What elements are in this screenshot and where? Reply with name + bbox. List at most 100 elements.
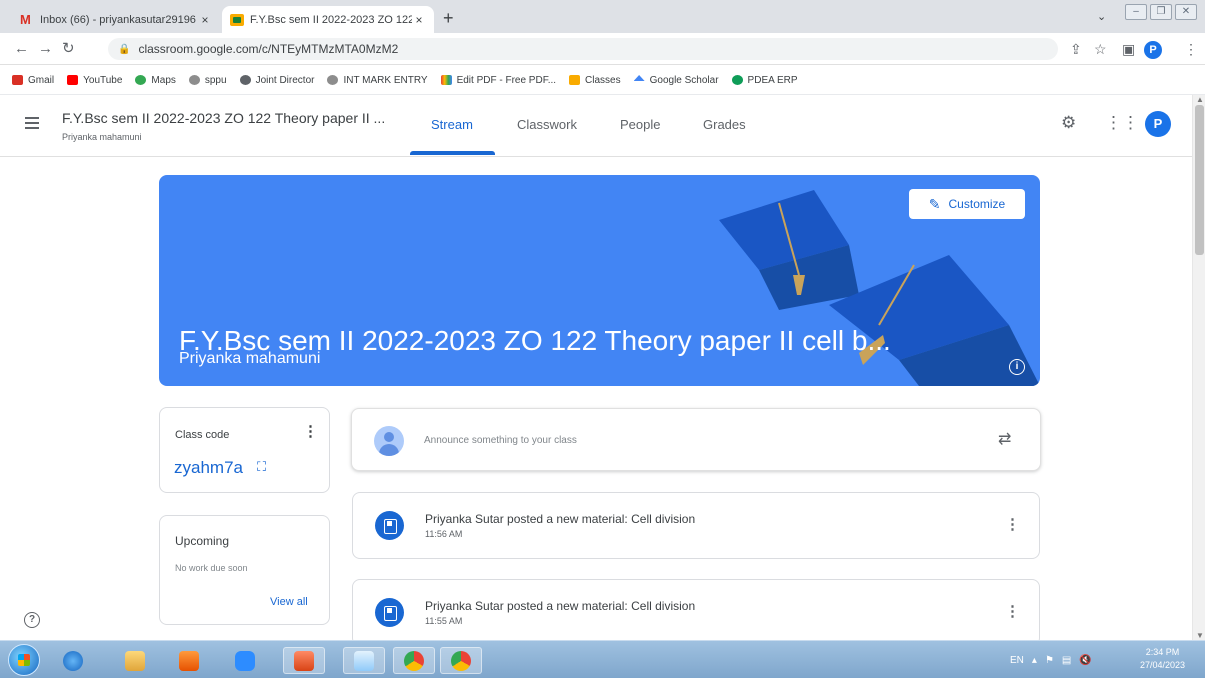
help-icon[interactable]: ? [24,612,40,628]
bookmark-pdea-erp[interactable]: PDEA ERP [731,74,798,86]
more-options-icon[interactable]: ⋮ [1005,517,1020,533]
stream-post[interactable]: Priyanka Sutar posted a new material: Ce… [352,492,1040,559]
bookmark-google-scholar[interactable]: Google Scholar [633,74,719,86]
tab-classroom[interactable]: F.Y.Bsc sem II 2022-2023 ZO 122 × [222,6,434,33]
tray-expand-icon[interactable]: ▴ [1032,655,1037,666]
taskbar-file-explorer[interactable] [114,647,156,674]
course-title[interactable]: F.Y.Bsc sem II 2022-2023 ZO 122 Theory p… [62,110,385,126]
taskbar-word[interactable] [343,647,385,674]
url-field[interactable]: 🔒 classroom.google.com/c/NTEyMTMzMTA0MzM… [108,38,1058,60]
volume-muted-icon[interactable]: 🔇 [1079,655,1091,666]
taskbar-internet-explorer[interactable] [52,647,94,674]
announce-box[interactable]: Announce something to your class ⇄ [351,408,1041,471]
gmail-icon [12,75,23,85]
network-icon[interactable]: ▤ [1062,655,1071,666]
main-menu-icon[interactable] [25,117,39,129]
banner-subtitle: Priyanka mahamuni [179,350,321,367]
browser-menu-icon[interactable]: ⋮ [1184,41,1198,57]
reuse-post-icon[interactable]: ⇄ [998,429,1011,449]
start-button-icon[interactable] [8,644,40,676]
tab-title: F.Y.Bsc sem II 2022-2023 ZO 122 [250,13,412,26]
action-center-flag-icon[interactable]: ⚑ [1045,655,1054,666]
scroll-up-icon[interactable]: ▲ [1196,95,1204,104]
tab-stream[interactable]: Stream [431,117,473,132]
info-icon[interactable]: i [1009,359,1025,375]
bookmark-maps[interactable]: Maps [135,75,176,86]
bookmark-label: Edit PDF - Free PDF... [456,74,557,86]
address-toolbar: ← → ↻ 🔒 classroom.google.com/c/NTEyMTMzM… [0,33,1205,65]
view-all-link[interactable]: View all [270,596,308,608]
bookmark-youtube[interactable]: YouTube [67,75,122,86]
classroom-icon [230,13,244,26]
close-window-icon[interactable]: ✕ [1175,4,1197,20]
page-scrollbar[interactable]: ▲ ▼ [1192,95,1205,640]
account-avatar[interactable]: P [1145,111,1171,137]
window-controls: – ❐ ✕ [1125,4,1197,20]
browser-profile-avatar[interactable]: P [1144,41,1162,59]
new-tab-button[interactable]: + [443,9,454,27]
bookmarks-bar: Gmail YouTube Maps sppu Joint Director I… [0,66,1205,95]
post-text: Priyanka Sutar posted a new material: Ce… [425,599,696,613]
course-subtitle: Priyanka mahamuni [62,132,142,142]
classroom-icon [569,75,581,85]
customize-button[interactable]: ✎ Customize [909,189,1025,219]
tab-gmail-inbox[interactable]: M Inbox (66) - priyankasutar29196 × [12,6,220,33]
bookmark-int-mark-entry[interactable]: INT MARK ENTRY [327,75,428,86]
scroll-down-icon[interactable]: ▼ [1196,631,1204,640]
tab-search-chevron-icon[interactable]: ⌄ [1097,10,1106,23]
more-options-icon[interactable]: ⋮ [1005,604,1020,620]
post-text: Priyanka Sutar posted a new material: Ce… [425,512,696,526]
taskbar-media-player[interactable] [168,647,210,674]
bookmark-label: Joint Director [255,74,315,86]
class-code-value: zyahm7a [174,458,243,477]
material-icon [375,598,404,627]
bookmark-star-icon[interactable]: ☆ [1094,41,1107,57]
taskbar-chrome-profile[interactable] [440,647,482,674]
restore-icon[interactable]: ❐ [1150,4,1172,20]
tab-people[interactable]: People [620,117,660,132]
bookmark-classes[interactable]: Classes [569,75,621,86]
side-panel-icon[interactable]: ▣ [1122,41,1135,57]
upcoming-card: Upcoming No work due soon View all [159,515,330,625]
tab-classwork[interactable]: Classwork [517,117,577,132]
chrome-icon [451,650,471,671]
folder-icon [125,650,145,671]
taskbar-zoom[interactable] [224,647,266,674]
bookmark-gmail[interactable]: Gmail [12,75,54,86]
announce-placeholder[interactable]: Announce something to your class [424,435,577,446]
apps-grid-icon[interactable]: ⋮⋮ [1105,113,1139,133]
tab-close-icon[interactable]: × [412,13,426,27]
fullscreen-icon[interactable]: ⛶ [257,459,266,475]
minimize-icon[interactable]: – [1125,4,1147,20]
bookmark-label: Google Scholar [649,74,719,86]
tab-grades[interactable]: Grades [703,117,746,132]
video-camera-icon [235,650,255,671]
sppu-logo-icon [327,75,339,85]
scrollbar-thumb[interactable] [1195,105,1204,255]
settings-gear-icon[interactable]: ⚙ [1061,113,1076,133]
bookmark-joint-director[interactable]: Joint Director [239,74,315,86]
bookmark-label: PDEA ERP [747,74,798,86]
language-indicator[interactable]: EN [1010,655,1024,666]
back-arrow-icon[interactable]: ← [14,40,29,58]
browser-tab-bar: M Inbox (66) - priyankasutar29196 × F.Y.… [0,0,1205,33]
share-icon[interactable]: ⇪ [1070,41,1082,57]
tab-title: Inbox (66) - priyankasutar29196 [40,13,196,26]
sppu-logo-icon [188,75,200,85]
bookmark-sppu[interactable]: sppu [188,75,227,86]
bookmark-edit-pdf[interactable]: Edit PDF - Free PDF... [440,74,557,86]
taskbar-chrome[interactable] [393,647,435,674]
upcoming-title: Upcoming [175,534,230,548]
clock-date: 27/04/2023 [1140,660,1186,670]
reload-icon[interactable]: ↻ [62,40,75,58]
stream-post[interactable]: Priyanka Sutar posted a new material: Ce… [352,579,1040,646]
more-options-icon[interactable]: ⋮ [303,424,318,440]
clock-time: 2:34 PM [1145,647,1180,657]
taskbar-presentation-app[interactable] [283,647,325,674]
system-tray: EN ▴ ⚑ ▤ 🔇 [1010,641,1092,678]
forward-arrow-icon[interactable]: → [38,40,53,58]
post-time: 11:56 AM [425,529,463,539]
taskbar-clock[interactable]: 2:34 PM 27/04/2023 [1140,646,1185,672]
tab-close-icon[interactable]: × [198,13,212,27]
youtube-icon [67,75,79,85]
